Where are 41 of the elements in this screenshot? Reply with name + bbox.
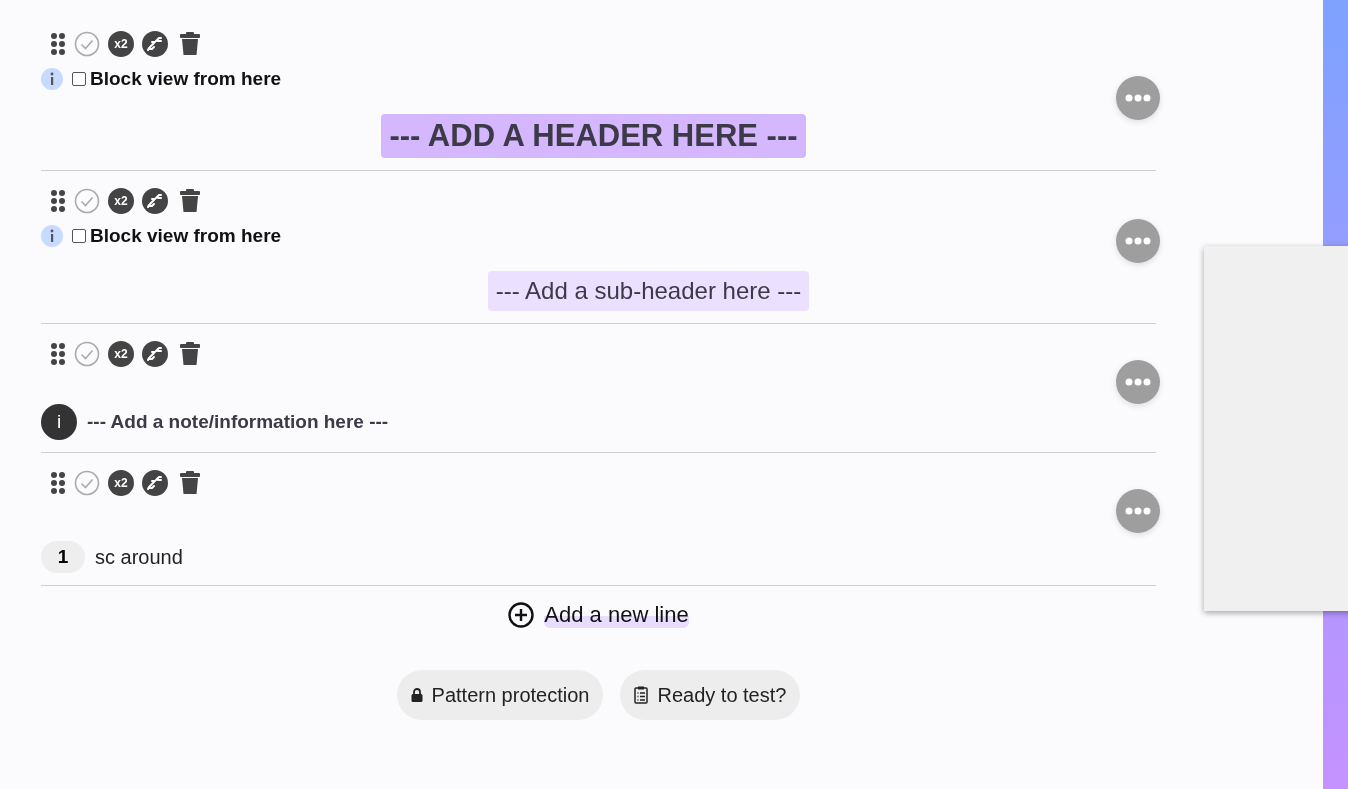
checkbox-label: Block view from here [90,68,282,90]
checkbox[interactable] [72,72,86,86]
drag-handle-icon[interactable] [50,472,66,494]
more-button[interactable] [1116,360,1160,404]
repeat-badge[interactable]: x2 [108,31,134,57]
test-button[interactable]: Ready to test? [620,670,801,720]
more-icon [1125,378,1151,386]
trash-icon[interactable] [179,32,201,56]
trash-icon[interactable] [179,342,201,366]
repeat-badge[interactable]: x2 [108,341,134,367]
trash-icon[interactable] [179,189,201,213]
info-icon[interactable] [41,225,63,247]
repeat-badge[interactable]: x2 [108,470,134,496]
stitch-count[interactable]: 1 [41,541,85,573]
check-circle-icon[interactable] [74,470,100,496]
drag-handle-icon[interactable] [50,343,66,365]
protection-button[interactable]: Pattern protection [396,670,604,720]
note-text[interactable]: --- Add a note/information here --- [87,411,389,433]
info-icon[interactable] [41,68,63,90]
drag-handle-icon[interactable] [50,190,66,212]
plus-circle-icon [508,602,535,628]
lock-icon [410,688,423,702]
more-button[interactable] [1116,76,1160,120]
checkbox-label: Block view from here [90,225,282,247]
check-circle-icon[interactable] [74,341,100,367]
more-button[interactable] [1116,219,1160,263]
more-button[interactable] [1116,489,1160,533]
more-icon [1125,507,1151,515]
more-icon [1125,94,1151,102]
note-badge: i [41,404,77,440]
repeat-badge[interactable]: x2 [108,188,134,214]
check-circle-icon[interactable] [74,188,100,214]
clipboard-icon [634,686,649,704]
instruction-text[interactable]: sc around [95,545,183,569]
check-circle-icon[interactable] [74,31,100,57]
checkbox[interactable] [72,229,86,243]
sub-header-text[interactable]: --- Add a sub-header here --- [487,271,810,311]
header-text[interactable]: --- ADD A HEADER HERE --- [381,114,806,158]
trash-icon[interactable] [179,471,201,495]
more-icon [1125,237,1151,245]
drag-handle-icon[interactable] [50,33,66,55]
